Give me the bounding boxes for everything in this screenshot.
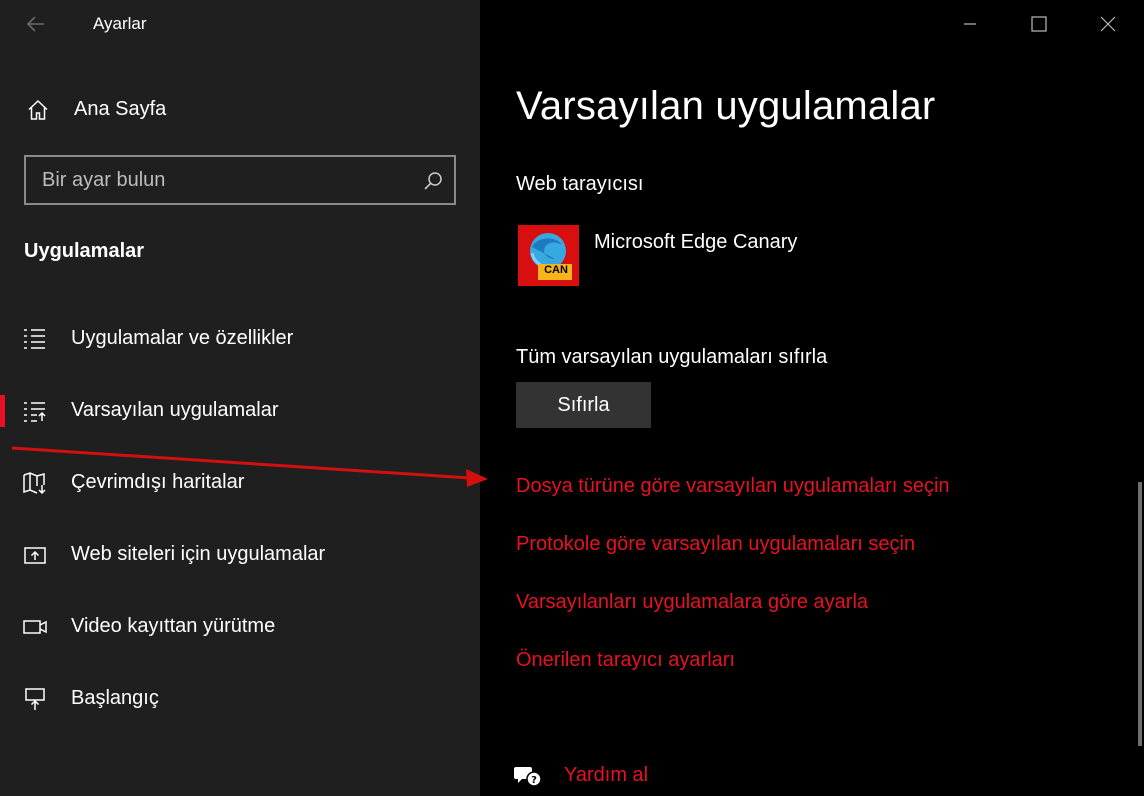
- link-defaults-by-app[interactable]: Varsayılanları uygulamalara göre ayarla: [516, 591, 868, 614]
- link-defaults-by-file-type[interactable]: Dosya türüne göre varsayılan uygulamalar…: [516, 475, 950, 498]
- link-defaults-by-protocol[interactable]: Protokole göre varsayılan uygulamaları s…: [516, 533, 915, 556]
- help-chat-icon: ?: [514, 764, 542, 790]
- scrollbar[interactable]: [1138, 482, 1142, 746]
- home-label: Ana Sayfa: [74, 98, 167, 120]
- page-title: Varsayılan uygulamalar: [516, 84, 936, 128]
- close-icon[interactable]: [1094, 10, 1122, 38]
- startup-icon: [22, 687, 48, 711]
- search-box[interactable]: [24, 155, 456, 205]
- help-label: Yardım al: [564, 764, 649, 786]
- app-title: Ayarlar: [93, 14, 147, 33]
- search-icon[interactable]: [422, 170, 444, 192]
- home-icon: [26, 98, 50, 122]
- sidebar-item-video-playback[interactable]: Video kayıttan yürütme: [0, 599, 480, 655]
- sidebar-item-offline-maps[interactable]: Çevrimdışı haritalar: [0, 455, 480, 511]
- offline-maps-icon: [22, 471, 48, 495]
- sidebar: Ayarlar Ana Sayfa Uygulamalar Uygulamala…: [0, 0, 480, 796]
- apps-for-websites-icon: [22, 543, 48, 567]
- sidebar-item-label: Çevrimdışı haritalar: [71, 471, 245, 493]
- sidebar-item-label: Varsayılan uygulamalar: [71, 399, 279, 421]
- get-help-link[interactable]: ? Yardım al: [514, 762, 814, 792]
- sidebar-item-label: Video kayıttan yürütme: [71, 615, 276, 637]
- sidebar-item-label: Uygulamalar ve özellikler: [71, 327, 294, 349]
- link-recommended-browser-settings[interactable]: Önerilen tarayıcı ayarları: [516, 649, 735, 672]
- sidebar-item-label: Web siteleri için uygulamalar: [71, 543, 326, 565]
- canary-badge: CAN: [544, 264, 568, 276]
- back-arrow-icon[interactable]: [24, 12, 48, 36]
- svg-text:?: ?: [531, 775, 537, 786]
- web-browser-label: Web tarayıcısı: [516, 173, 644, 195]
- reset-label: Tüm varsayılan uygulamaları sıfırla: [516, 346, 828, 368]
- section-title: Uygulamalar: [24, 240, 145, 262]
- sidebar-item-startup[interactable]: Başlangıç: [0, 671, 480, 727]
- search-input[interactable]: [42, 167, 412, 193]
- default-browser-name[interactable]: Microsoft Edge Canary: [594, 231, 797, 254]
- video-playback-icon: [22, 615, 48, 639]
- apps-features-icon: [22, 327, 48, 351]
- active-indicator: [0, 395, 5, 427]
- minimize-icon[interactable]: [956, 10, 984, 38]
- sidebar-item-apps-features[interactable]: Uygulamalar ve özellikler: [0, 311, 480, 367]
- sidebar-item-apps-for-websites[interactable]: Web siteleri için uygulamalar: [0, 527, 480, 583]
- maximize-icon[interactable]: [1025, 10, 1053, 38]
- sidebar-item-label: Başlangıç: [71, 687, 159, 709]
- main-content: Varsayılan uygulamalar Web tarayıcısı CA…: [480, 0, 1144, 796]
- home-link[interactable]: Ana Sayfa: [0, 88, 480, 132]
- reset-button[interactable]: Sıfırla: [516, 382, 651, 428]
- default-apps-icon: [22, 399, 48, 423]
- edge-canary-icon[interactable]: CAN: [518, 225, 579, 286]
- sidebar-item-default-apps[interactable]: Varsayılan uygulamalar: [0, 383, 480, 439]
